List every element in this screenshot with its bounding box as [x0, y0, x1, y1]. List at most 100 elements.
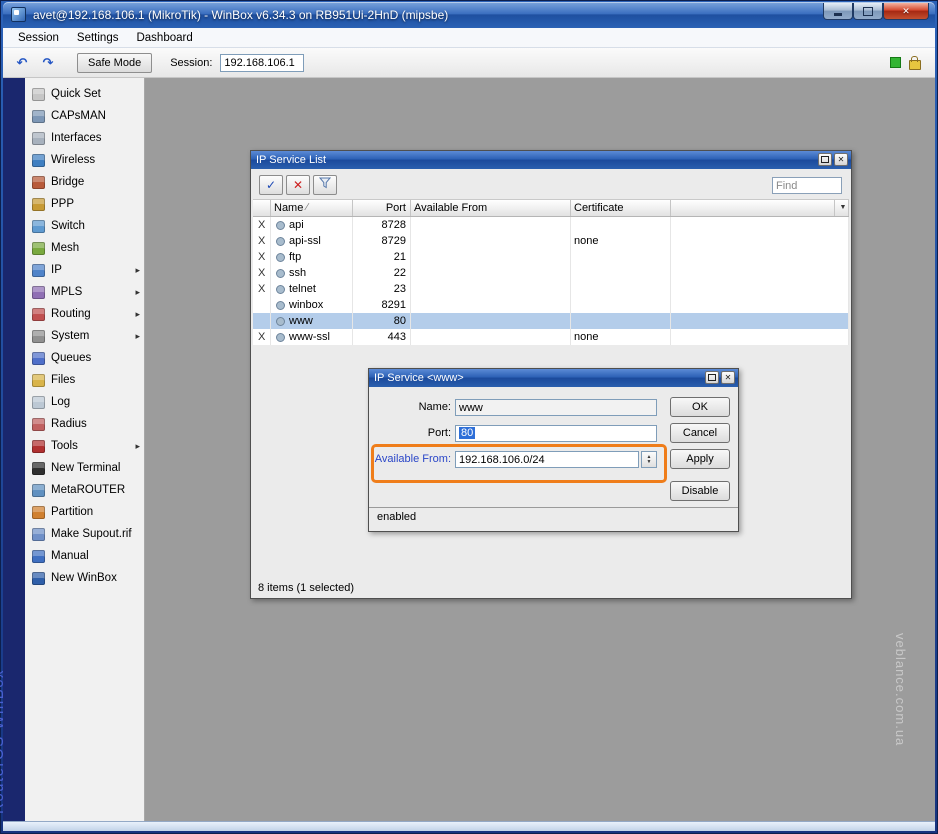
ip-service-list-titlebar[interactable]: IP Service List ✕ [251, 151, 851, 169]
sidebar-item-radius[interactable]: Radius [25, 413, 144, 435]
service-row-ftp[interactable]: X ftp 21 [253, 249, 849, 265]
session-label: Session: [170, 57, 212, 69]
session-input[interactable] [220, 54, 304, 72]
service-list-toolbar: ✓ ✕ [259, 175, 337, 195]
enable-service-button[interactable]: ✓ [259, 175, 283, 195]
sidebar-item-bridge[interactable]: Bridge [25, 171, 144, 193]
sidebar-item-switch[interactable]: Switch [25, 215, 144, 237]
service-dot-icon [276, 301, 285, 310]
sidebar-item-system[interactable]: System▸ [25, 325, 144, 347]
sidebar-item-quick-set[interactable]: Quick Set [25, 83, 144, 105]
redo-button[interactable]: ↷ [37, 53, 59, 73]
sidebar-item-manual[interactable]: Manual [25, 545, 144, 567]
mpls-icon [32, 286, 45, 299]
sidebar-item-new-winbox[interactable]: New WinBox [25, 567, 144, 589]
service-row-ssh[interactable]: X ssh 22 [253, 265, 849, 281]
menu-settings[interactable]: Settings [68, 28, 128, 48]
menu-dashboard[interactable]: Dashboard [127, 28, 201, 48]
service-dot-icon [276, 253, 285, 262]
funnel-icon [319, 177, 331, 189]
close-button[interactable]: ✕ [834, 153, 848, 166]
sidebar-item-files[interactable]: Files [25, 369, 144, 391]
switch-icon [32, 220, 45, 233]
sidebar-item-mesh[interactable]: Mesh [25, 237, 144, 259]
ok-button[interactable]: OK [670, 397, 730, 417]
sidebar-item-make-supout[interactable]: Make Supout.rif [25, 523, 144, 545]
sidebar-item-metarouter[interactable]: MetaROUTER [25, 479, 144, 501]
service-table: Name∕ Port Available From Certificate ▼ … [253, 199, 849, 345]
winbox-app-icon [11, 7, 26, 22]
maximize-button[interactable] [705, 371, 719, 384]
interfaces-icon [32, 132, 45, 145]
sidebar-item-tools[interactable]: Tools▸ [25, 435, 144, 457]
sidebar-item-partition[interactable]: Partition [25, 501, 144, 523]
filter-button[interactable] [313, 175, 337, 195]
sidebar-item-interfaces[interactable]: Interfaces [25, 127, 144, 149]
sidebar-item-mpls[interactable]: MPLS▸ [25, 281, 144, 303]
minimize-button[interactable] [823, 3, 853, 20]
name-label: Name: [373, 399, 451, 416]
maximize-icon [821, 156, 829, 163]
ip-service-dialog-title: IP Service <www> [374, 372, 464, 384]
sidebar-item-ppp[interactable]: PPP [25, 193, 144, 215]
sidebar-item-ip[interactable]: IP▸ [25, 259, 144, 281]
tools-icon [32, 440, 45, 453]
submenu-arrow-icon: ▸ [135, 331, 140, 342]
menu-session[interactable]: Session [9, 28, 68, 48]
metarouter-icon [32, 484, 45, 497]
window-controls: ✕ [823, 3, 929, 20]
name-column-header[interactable]: Name∕ [271, 200, 353, 216]
sidebar-item-capsman[interactable]: CAPsMAN [25, 105, 144, 127]
maximize-button[interactable] [818, 153, 832, 166]
port-field[interactable]: 80 [455, 425, 657, 442]
disable-button[interactable]: Disable [670, 481, 730, 501]
ip-service-dialog: IP Service <www> ✕ Name: Port: 80 Availa… [368, 368, 739, 532]
service-row-api-ssl[interactable]: X api-ssl 8729 none [253, 233, 849, 249]
service-row-www-ssl[interactable]: X www-ssl 443 none [253, 329, 849, 345]
undo-button[interactable]: ↶ [11, 53, 33, 73]
quick-set-icon [32, 88, 45, 101]
window-body: RouterOS WinBox Quick Set CAPsMAN Interf… [3, 78, 935, 822]
mdi-area: IP Service List ✕ ✓ ✕ Name∕ Port [145, 78, 935, 822]
close-button[interactable]: ✕ [883, 3, 929, 20]
sidebar: Quick Set CAPsMAN Interfaces Wireless Br… [25, 78, 145, 822]
table-header[interactable]: Name∕ Port Available From Certificate ▼ [253, 199, 849, 217]
cancel-button[interactable]: Cancel [670, 423, 730, 443]
sidebar-item-routing[interactable]: Routing▸ [25, 303, 144, 325]
spinner-button[interactable]: ▲▼ [641, 451, 657, 468]
sidebar-item-queues[interactable]: Queues [25, 347, 144, 369]
apply-button[interactable]: Apply [670, 449, 730, 469]
window-bottom-frame [3, 821, 935, 831]
title-bar[interactable]: avet@192.168.106.1 (MikroTik) - WinBox v… [3, 2, 935, 28]
new-winbox-icon [32, 572, 45, 585]
submenu-arrow-icon: ▸ [135, 309, 140, 320]
safe-mode-button[interactable]: Safe Mode [77, 53, 152, 73]
disable-service-button[interactable]: ✕ [286, 175, 310, 195]
enabled-status: enabled [377, 511, 416, 523]
sidebar-item-wireless[interactable]: Wireless [25, 149, 144, 171]
bridge-icon [32, 176, 45, 189]
maximize-button[interactable] [853, 3, 883, 20]
port-label: Port: [373, 425, 451, 442]
sidebar-item-new-terminal[interactable]: New Terminal [25, 457, 144, 479]
watermark: veblance.com.ua [893, 633, 908, 746]
column-options-button[interactable]: ▼ [835, 200, 849, 216]
port-column-header[interactable]: Port [353, 200, 411, 216]
main-toolbar: ↶ ↷ Safe Mode Session: [3, 48, 935, 78]
close-button[interactable]: ✕ [721, 371, 735, 384]
mesh-icon [32, 242, 45, 255]
available-from-column-header[interactable]: Available From [411, 200, 571, 216]
certificate-column-header[interactable]: Certificate [571, 200, 671, 216]
available-from-field[interactable] [455, 451, 639, 468]
name-field[interactable] [455, 399, 657, 416]
log-icon [32, 396, 45, 409]
window-title: avet@192.168.106.1 (MikroTik) - WinBox v… [33, 2, 448, 28]
find-input[interactable] [772, 177, 842, 194]
routeros-winbox-brand: RouterOS WinBox [0, 669, 7, 814]
service-row-www[interactable]: www 80 [253, 313, 849, 329]
sidebar-item-log[interactable]: Log [25, 391, 144, 413]
service-row-api[interactable]: X api 8728 [253, 217, 849, 233]
service-row-telnet[interactable]: X telnet 23 [253, 281, 849, 297]
ip-service-dialog-titlebar[interactable]: IP Service <www> ✕ [369, 369, 738, 387]
service-row-winbox[interactable]: winbox 8291 [253, 297, 849, 313]
